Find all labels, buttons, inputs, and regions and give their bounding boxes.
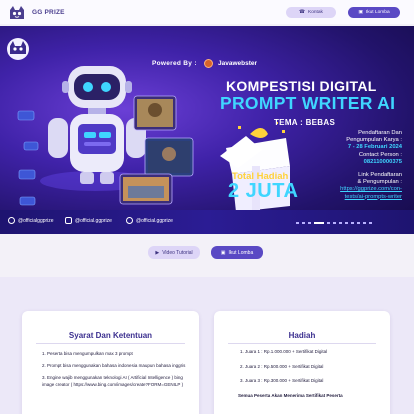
- contest-banner: Powered By : Javawebster KOMPESTISI DIGI…: [0, 26, 414, 234]
- registration-label-2: Pengumpulan Karya :: [346, 137, 402, 144]
- registration-link-info: Link Pendaftaran & Pengumpulan : https:/…: [340, 172, 402, 201]
- registration-date: 7 - 28 Februari 2024: [347, 144, 402, 151]
- instagram-handle[interactable]: @official.ggprize: [65, 217, 112, 224]
- instagram-handle-text: @official.ggprize: [75, 217, 112, 224]
- contact-button-label: Kontak: [308, 10, 323, 15]
- rule-item: 3. Engine wajib menggunakan teknologi AI…: [42, 374, 184, 387]
- total-prize-value: 2 JUTA: [228, 180, 299, 202]
- rules-divider: [36, 343, 185, 344]
- powered-by-label: Powered By :: [152, 60, 197, 67]
- prize-list: 1. Juara 1 : Rp.1.000.000 + Sertifikat D…: [238, 349, 380, 407]
- join-contest-button-secondary[interactable]: ▣ Ikut Lomba: [211, 246, 263, 259]
- banner-theme: TEMA : BEBAS: [274, 118, 336, 127]
- prize-divider: [228, 343, 376, 344]
- facebook-icon: [8, 217, 15, 224]
- contact-number: 082110000375: [363, 159, 402, 166]
- play-icon: ▶: [155, 249, 160, 256]
- registration-link-cont[interactable]: tests/ai-prompts-writer: [340, 194, 402, 201]
- video-tutorial-label: Video Tutorial: [162, 249, 193, 256]
- prize-title: Hadiah: [288, 331, 316, 340]
- top-header: GG PRIZE ☎ Kontak ▣ Ikut Lomba: [0, 0, 414, 24]
- trophy-icon: ▣: [358, 10, 363, 15]
- join-button-label: Ikut Lomba: [228, 249, 254, 256]
- video-tutorial-button[interactable]: ▶ Video Tutorial: [148, 246, 200, 259]
- prize-note: Semua Peserta Akan Menerima Sertifikat P…: [238, 392, 343, 398]
- tiktok-handle[interactable]: @official.ggprize: [126, 217, 173, 224]
- facebook-handle[interactable]: @officialggprize: [8, 217, 54, 224]
- robot-illustration: [40, 66, 150, 191]
- contact-info: Contact Person : 082110000375: [359, 152, 402, 166]
- banner-title-line1: KOMPESTISI DIGITAL: [226, 78, 377, 94]
- prize-card: Hadiah 1. Juara 1 : Rp.1.000.000 + Serti…: [214, 311, 390, 414]
- contact-person-label: Contact Person :: [358, 152, 402, 158]
- join-contest-button[interactable]: ▣ Ikut Lomba: [348, 7, 400, 18]
- prize-item: 1. Juara 1 : Rp.1.000.000 + Sertifikat D…: [240, 349, 328, 354]
- carousel-indicator[interactable]: [296, 222, 372, 224]
- contact-button[interactable]: ☎ Kontak: [286, 7, 336, 18]
- brand-logo-icon[interactable]: [6, 5, 28, 20]
- prize-item: 2. Juara 2 : Rp.500.000 + Sertifikat Dig…: [240, 363, 324, 369]
- link-label-2: & Pengumpulan :: [357, 179, 402, 186]
- prize-item: 3. Juara 3 : Rp.300.000 + Sertifikat Dig…: [240, 378, 324, 383]
- registration-link[interactable]: https://ggprize.com/con-: [340, 186, 402, 193]
- tiktok-handle-text: @official.ggprize: [136, 217, 173, 224]
- instagram-icon: [65, 217, 72, 224]
- join-button-label: Ikut Lomba: [365, 10, 390, 15]
- registration-label: Pendaftaran Dan: [358, 130, 402, 136]
- brand-name[interactable]: GG PRIZE: [32, 9, 65, 16]
- rule-item: 1. Peserta bisa mengumpulkan max 3 promp…: [42, 351, 133, 356]
- registration-info: Pendaftaran Dan Pengumpulan Karya : 7 - …: [346, 130, 402, 152]
- tiktok-icon: [126, 217, 133, 224]
- link-label: Link Pendaftaran: [358, 172, 402, 178]
- trophy-icon: ▣: [220, 249, 226, 256]
- rules-title: Syarat Dan Ketentuan: [68, 331, 153, 340]
- mascot-logo-icon: [7, 38, 29, 60]
- rules-list: 1. Peserta bisa mengumpulkan max 3 promp…: [42, 351, 190, 394]
- sponsor-logo-icon: [204, 59, 213, 68]
- banner-title-line2: PROMPT WRITER AI: [220, 93, 396, 113]
- facebook-handle-text: @officialggprize: [18, 217, 54, 224]
- sponsor-name: Javawebster: [218, 60, 258, 67]
- rules-card: Syarat Dan Ketentuan 1. Peserta bisa men…: [22, 311, 199, 414]
- rule-item: 2. Prompt bisa menggunakan bahasa indone…: [42, 362, 186, 368]
- phone-icon: ☎: [299, 10, 306, 15]
